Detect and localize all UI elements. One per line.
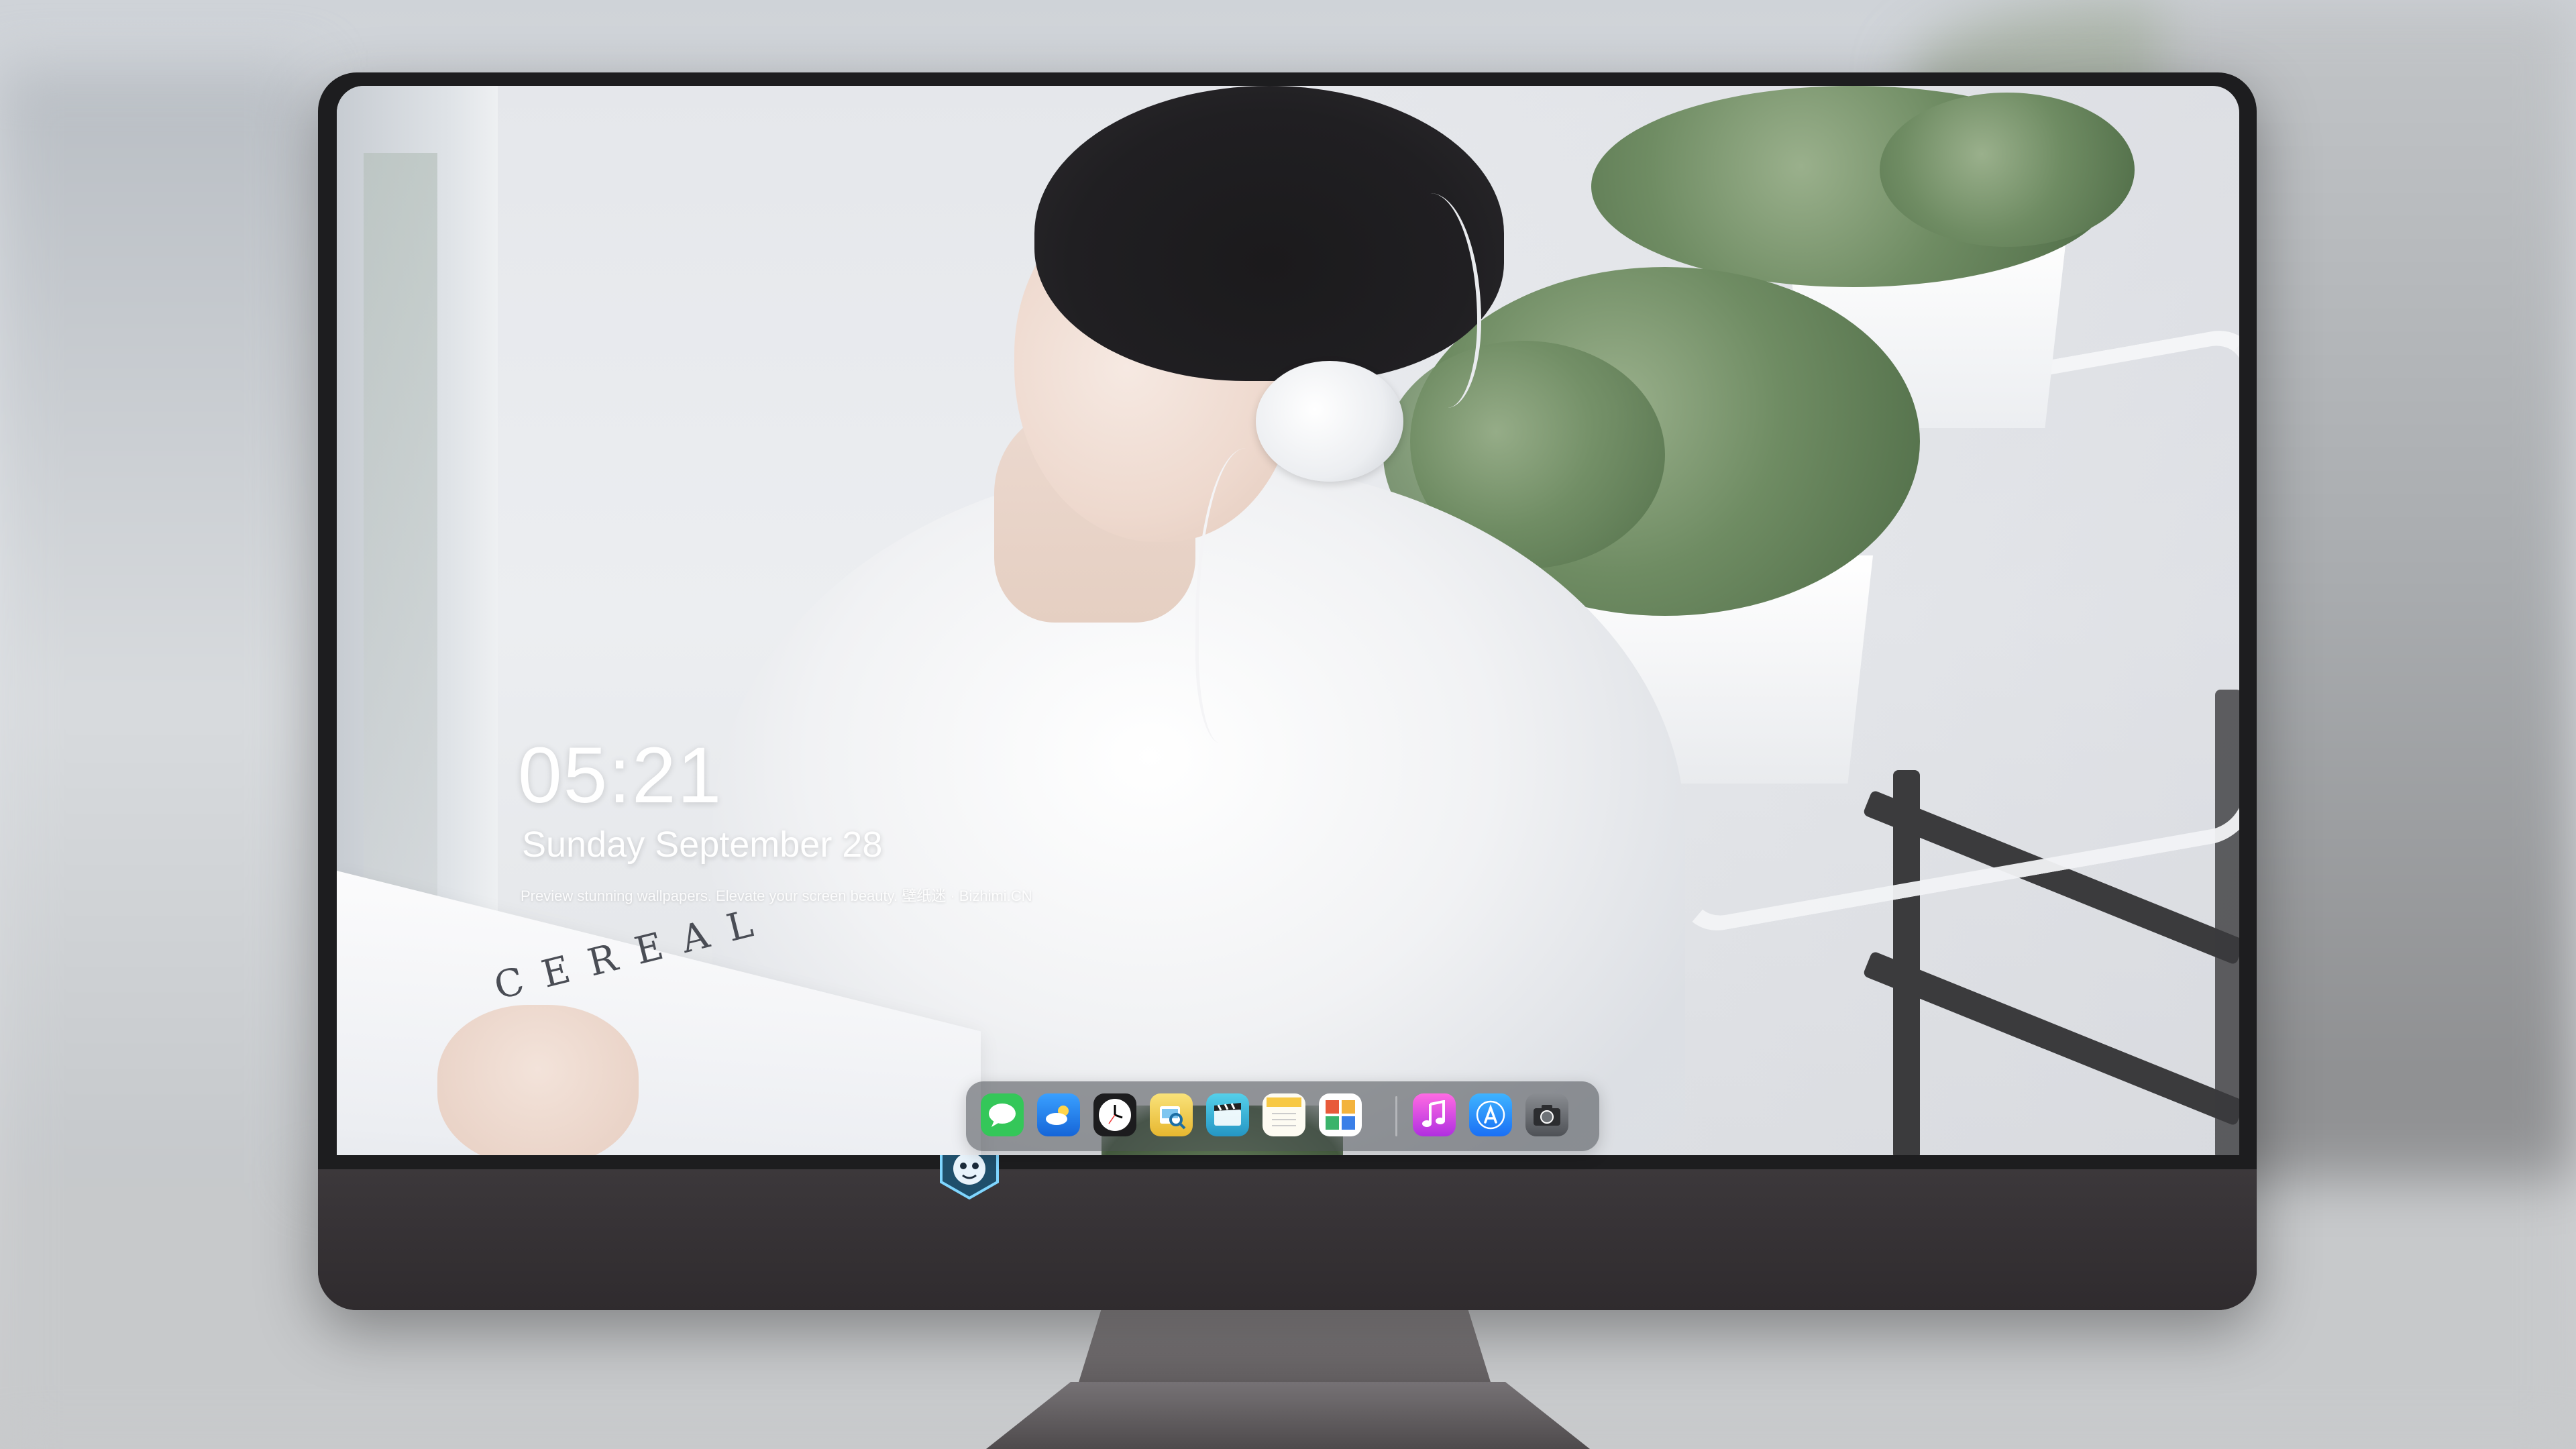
background-window (0, 67, 309, 1342)
monitor-stand-neck (1077, 1308, 1493, 1389)
photo-booth-icon[interactable] (1319, 1093, 1362, 1136)
desktop-screen: CEREAL (337, 86, 2239, 1155)
messages-icon[interactable] (981, 1093, 1024, 1136)
wallpaper-window-glass (364, 153, 437, 958)
monitor-chin (318, 1169, 2257, 1310)
weather-icon[interactable] (1037, 1093, 1080, 1136)
wallpaper-tagline: Preview stunning wallpapers. Elevate you… (521, 888, 1032, 904)
clock-time: 05:21 (518, 731, 723, 820)
notes-icon[interactable] (1263, 1093, 1305, 1136)
clock-icon[interactable] (1093, 1093, 1136, 1136)
preview-icon[interactable] (1150, 1093, 1193, 1136)
music-icon[interactable] (1413, 1093, 1456, 1136)
video-icon[interactable] (1206, 1093, 1249, 1136)
monitor-stand-base (986, 1382, 1590, 1449)
app-store-icon[interactable] (1469, 1093, 1512, 1136)
dock-separator (1395, 1096, 1397, 1136)
dock (966, 1081, 1599, 1151)
camera-icon[interactable] (1525, 1093, 1568, 1136)
clock-date: Sunday September 28 (522, 824, 883, 865)
wallpaper-hand (437, 1005, 639, 1155)
wallpaper-plant-upper-2 (1880, 93, 2135, 247)
